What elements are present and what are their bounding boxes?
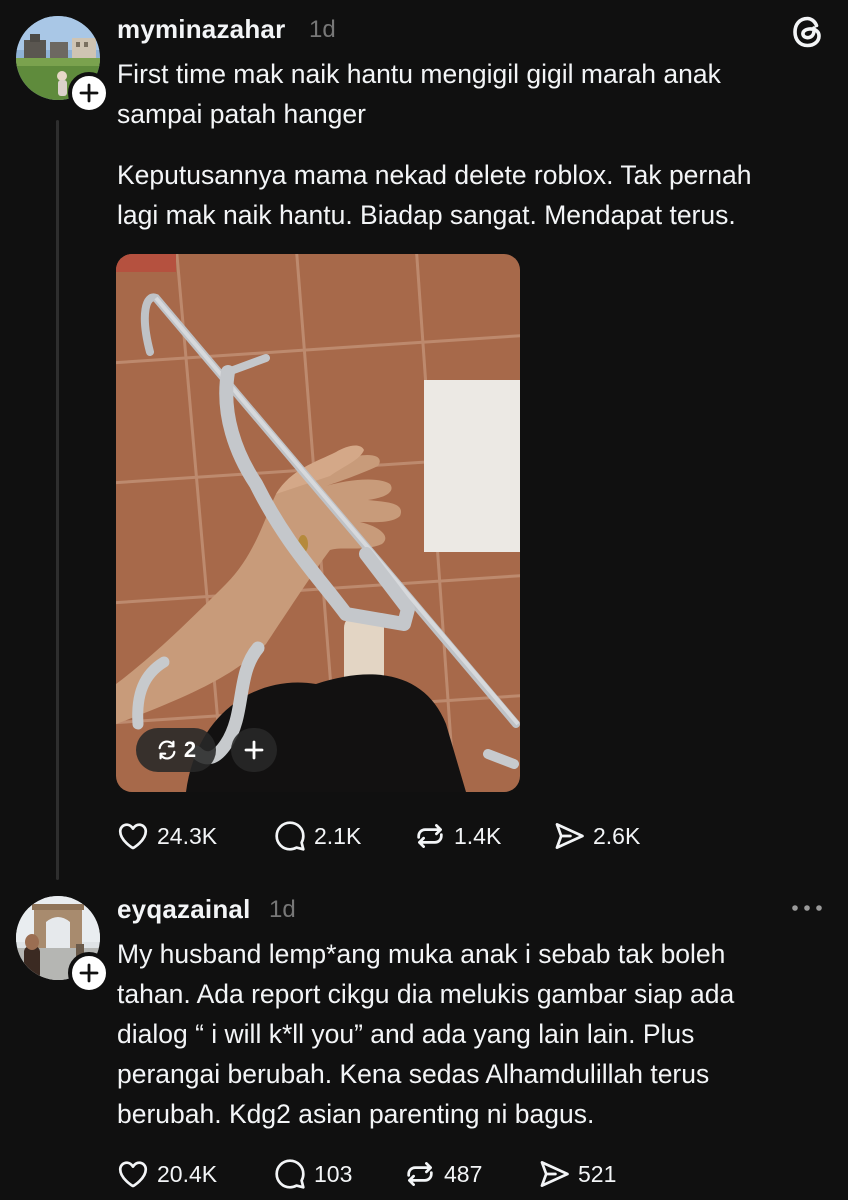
repost-button[interactable]: 1.4K	[413, 819, 552, 853]
send-icon	[555, 823, 584, 849]
action-bar: 24.3K 2.1K 1.4K 2.6K	[116, 816, 640, 856]
post-text: First time mak naik hantu mengigil gigil…	[117, 59, 721, 129]
threads-logo-icon[interactable]	[788, 12, 828, 52]
share-count: 2.6K	[593, 822, 641, 849]
media-add-button[interactable]	[231, 728, 277, 772]
more-horizontal-icon[interactable]	[790, 900, 824, 916]
repost-count: 487	[444, 1160, 483, 1187]
repost-icon	[417, 824, 443, 848]
timestamp: 1d	[269, 896, 296, 923]
follow-button[interactable]	[68, 72, 110, 114]
reply-button[interactable]: 2.1K	[273, 819, 413, 853]
post-text: Keputusannya mama nekad delete roblox. T…	[117, 160, 752, 230]
plus-icon	[79, 83, 99, 103]
action-bar: 20.4K 103 487 521	[116, 1154, 616, 1194]
heart-icon	[118, 1161, 148, 1188]
post-text: My husband lemp*ang muka anak i sebab ta…	[117, 939, 735, 1129]
username[interactable]: myminazahar	[117, 14, 285, 45]
reply-button[interactable]: 103	[273, 1157, 403, 1191]
comment-icon	[275, 821, 305, 851]
reply-count: 2.1K	[314, 822, 362, 849]
like-count: 24.3K	[157, 822, 218, 849]
media-repost-count: 2	[183, 737, 197, 762]
thread-connector-line	[56, 120, 59, 880]
repost-count: 1.4K	[454, 822, 502, 849]
like-button[interactable]: 20.4K	[116, 1157, 273, 1191]
follow-button[interactable]	[68, 952, 110, 994]
share-count: 521	[578, 1160, 617, 1187]
username[interactable]: eyqazainal	[117, 894, 251, 925]
post-image[interactable]: 2	[116, 254, 520, 792]
repost-icon	[407, 1162, 433, 1186]
like-count: 20.4K	[157, 1160, 218, 1187]
reply-count: 103	[314, 1160, 353, 1187]
send-icon	[540, 1161, 569, 1187]
like-button[interactable]: 24.3K	[116, 819, 273, 853]
comment-icon	[275, 1159, 305, 1189]
media-repost-chip[interactable]: 2	[136, 728, 216, 772]
share-button[interactable]: 2.6K	[552, 819, 640, 853]
plus-icon	[244, 740, 264, 760]
share-button[interactable]: 521	[537, 1157, 616, 1191]
heart-icon	[118, 823, 148, 850]
plus-icon	[79, 963, 99, 983]
repost-button[interactable]: 487	[403, 1157, 537, 1191]
timestamp: 1d	[309, 16, 336, 43]
repost-icon	[158, 740, 176, 760]
